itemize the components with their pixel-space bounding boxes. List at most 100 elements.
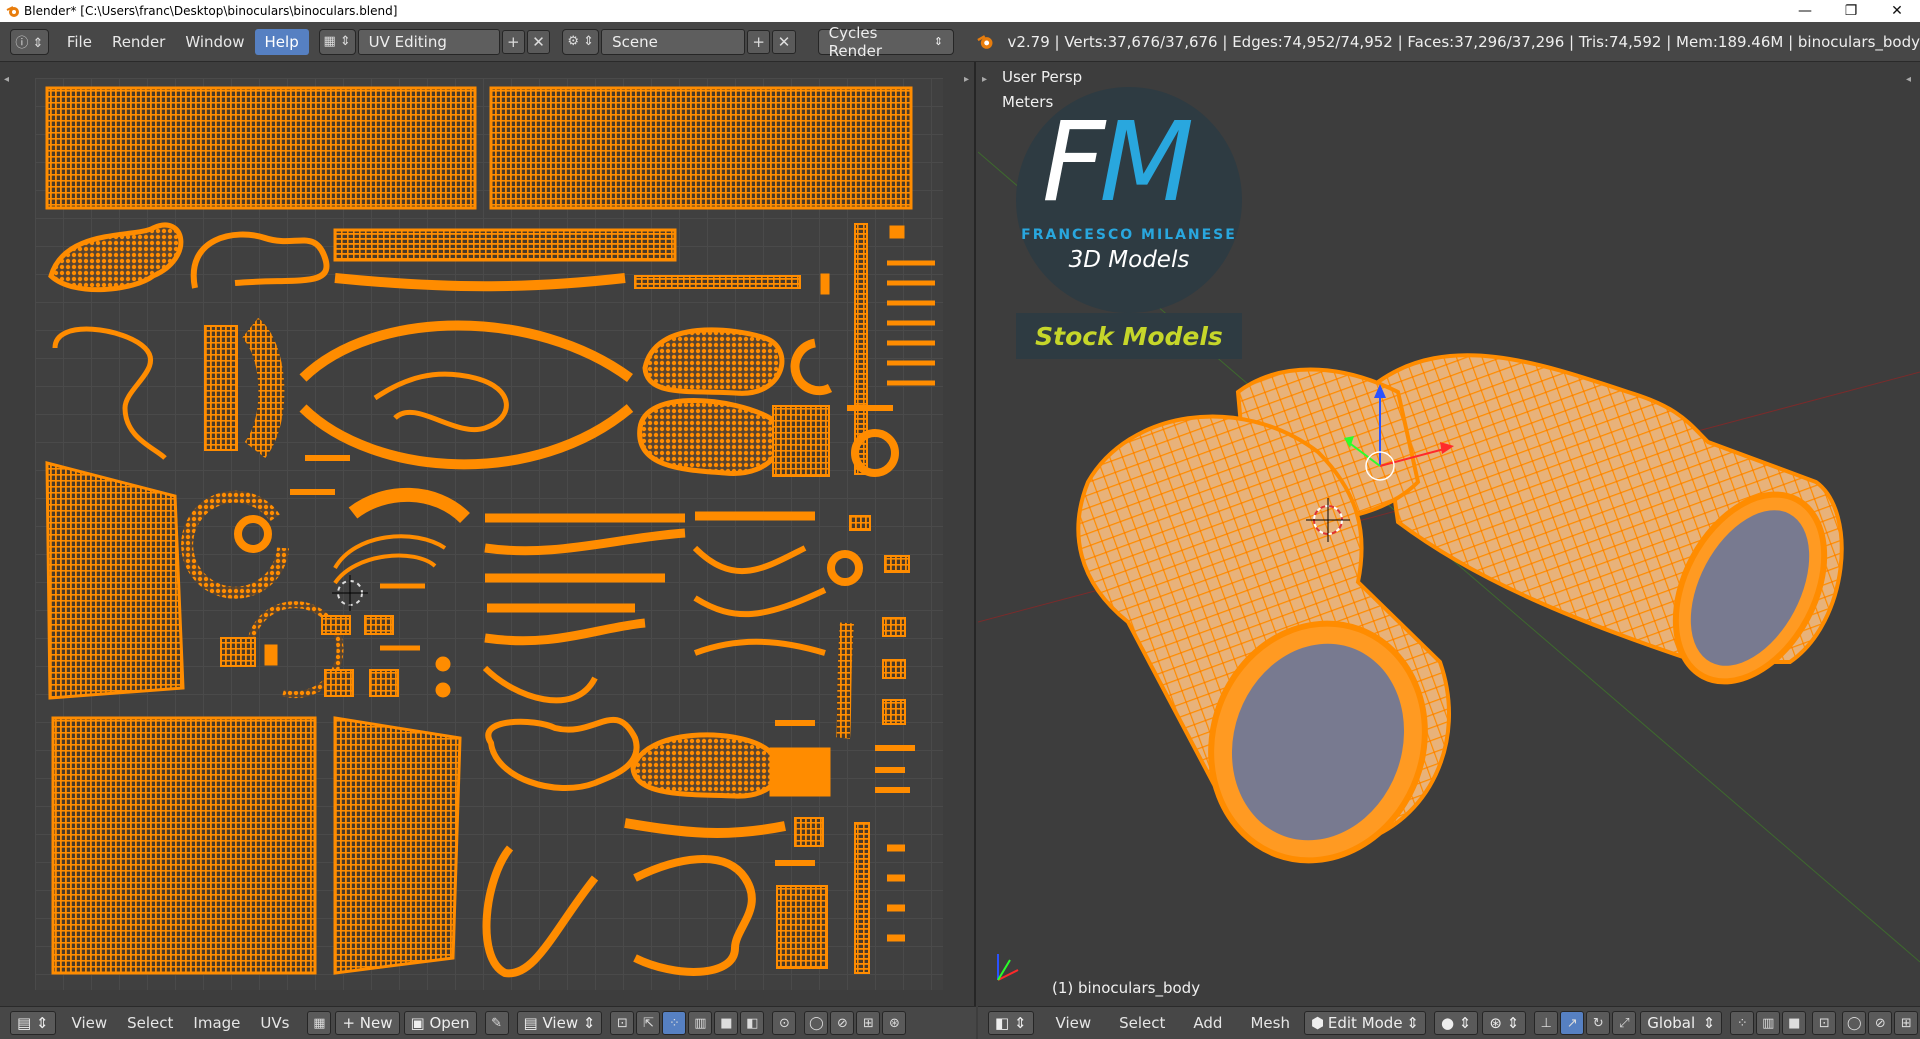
manipulator-toggle-icon[interactable]: ⊥	[1534, 1011, 1559, 1035]
uv-island-bar[interactable]	[875, 745, 915, 793]
uv-island-small[interactable]	[364, 615, 394, 635]
uv-island-bar[interactable]	[887, 844, 905, 942]
uv-image-editor[interactable]: ◂ ▸	[0, 62, 976, 1006]
face-select-icon[interactable]: ■	[714, 1011, 739, 1035]
vp-menu-select[interactable]: Select	[1109, 1014, 1175, 1032]
uv-island-fan[interactable]	[333, 716, 462, 975]
uv-island-strip[interactable]	[489, 86, 913, 210]
screen-layout-icon-button[interactable]: ▦ ⇕	[318, 28, 356, 55]
uv-menu-uvs[interactable]: UVs	[250, 1014, 299, 1032]
proportional-edit-icon[interactable]: ◯	[1842, 1011, 1867, 1035]
uv-island-small[interactable]	[849, 515, 871, 531]
open-image-button[interactable]: ▣ Open	[403, 1011, 477, 1035]
mode-dropdown[interactable]: ⬢ Edit Mode ⇕	[1303, 1011, 1426, 1035]
menu-help[interactable]: Help	[254, 28, 309, 55]
menu-window[interactable]: Window	[175, 29, 254, 55]
uv-island-dot[interactable]	[435, 656, 451, 672]
uv-island-small[interactable]	[794, 817, 824, 847]
pivot-dropdown[interactable]: ⊛ ⇕	[1482, 1011, 1527, 1035]
uv-island-small[interactable]	[820, 273, 830, 295]
uv-island-small[interactable]	[882, 617, 906, 637]
uv-island-small[interactable]	[884, 555, 910, 573]
uv-island-small[interactable]	[369, 669, 399, 697]
translate-manipulator-icon[interactable]: ↗	[1560, 1011, 1585, 1035]
screen-layout-field[interactable]: UV Editing	[357, 28, 500, 55]
uv-island-strip[interactable]	[776, 885, 828, 969]
face-select-icon[interactable]: ■	[1782, 1011, 1807, 1035]
uv-island-curve[interactable]	[482, 665, 598, 704]
pivot-icon[interactable]: ⊙	[772, 1011, 797, 1035]
uv-island-curve[interactable]	[240, 317, 285, 458]
uv-island-ring[interactable]	[234, 515, 272, 553]
vertex-select-icon[interactable]: ⁘	[1730, 1011, 1755, 1035]
image-browse-button[interactable]: ▦	[307, 1011, 332, 1035]
uv-island-strip-group[interactable]	[484, 513, 686, 646]
edge-select-icon[interactable]: ▥	[1756, 1011, 1781, 1035]
snap-mode-icon[interactable]: ⊞	[1894, 1011, 1919, 1035]
editor-type-button[interactable]: ◧ ⇕	[988, 1011, 1034, 1035]
uv-island-dot[interactable]	[435, 682, 451, 698]
uv-island-strip[interactable]	[634, 275, 801, 289]
uv-menu-image[interactable]: Image	[183, 1014, 250, 1032]
uv-island-curve[interactable]	[334, 273, 626, 292]
uv-island-small[interactable]	[882, 699, 906, 725]
sync-selection-icon[interactable]: ⇱	[636, 1011, 661, 1035]
uv-island-block[interactable]	[769, 747, 831, 797]
snap-icon[interactable]: ⊘	[1868, 1011, 1893, 1035]
uv-menu-view[interactable]: View	[62, 1014, 118, 1032]
maximize-button[interactable]: ❐	[1828, 0, 1874, 22]
region-toggle-icon[interactable]: ◂	[4, 74, 9, 85]
uv-island-curve[interactable]	[692, 545, 827, 656]
uv-menu-select[interactable]: Select	[117, 1014, 183, 1032]
uv-island-curve[interactable]	[190, 231, 330, 289]
uv-island-eyepiece[interactable]	[642, 327, 785, 396]
sticky-select-icon[interactable]: ⊛	[882, 1011, 907, 1035]
rotate-manipulator-icon[interactable]: ↻	[1586, 1011, 1611, 1035]
uv-island-curve[interactable]	[373, 371, 509, 433]
scale-manipulator-icon[interactable]: ⤢	[1612, 1011, 1637, 1035]
uv-island-strip[interactable]	[333, 228, 677, 262]
uv-island-small[interactable]	[220, 637, 256, 667]
uv-islands[interactable]	[35, 78, 943, 990]
editor-type-button[interactable]: ▤ ⇕	[10, 1011, 56, 1035]
uv-island-lens-ring[interactable]	[299, 404, 634, 470]
uv-island-curve[interactable]	[348, 487, 470, 524]
editor-type-info-button[interactable]: ⓘ ⇕	[10, 28, 49, 55]
vp-menu-mesh[interactable]: Mesh	[1240, 1014, 1300, 1032]
edge-select-icon[interactable]: ▥	[688, 1011, 713, 1035]
new-image-button[interactable]: + New	[335, 1011, 400, 1035]
menu-render[interactable]: Render	[102, 29, 175, 55]
uv-sculpt-icon[interactable]: ⊘	[830, 1011, 855, 1035]
uv-island-strip[interactable]	[854, 822, 870, 974]
uv-island-fan[interactable]	[45, 461, 185, 700]
uv-island-ring[interactable]	[827, 550, 863, 586]
uv-island-small[interactable]	[889, 225, 905, 239]
minimize-button[interactable]: —	[1782, 0, 1828, 22]
uv-island-small[interactable]	[321, 615, 351, 635]
vertex-select-icon[interactable]: ⁘	[662, 1011, 687, 1035]
uv-island-strip[interactable]	[772, 405, 830, 477]
uv-island-strip[interactable]	[204, 325, 238, 451]
add-screen-button[interactable]: +	[501, 29, 525, 54]
uv-island-small[interactable]	[882, 659, 906, 679]
uv-island-strip[interactable]	[45, 86, 477, 210]
uv-island-bar[interactable]	[290, 455, 350, 495]
uv-island-bars[interactable]	[887, 260, 935, 386]
uv-island-curve[interactable]	[52, 326, 167, 460]
orientation-dropdown[interactable]: Global ⇕	[1640, 1011, 1723, 1035]
uv-island-lens-ring[interactable]	[299, 320, 633, 383]
uv-island-small[interactable]	[324, 669, 354, 697]
vp-menu-view[interactable]: View	[1046, 1014, 1102, 1032]
uv-island-body-panel[interactable]	[51, 716, 317, 975]
uv-island-small[interactable]	[264, 644, 278, 666]
vp-menu-add[interactable]: Add	[1183, 1014, 1232, 1032]
scene-icon-button[interactable]: ⚙ ⇕	[562, 28, 600, 55]
binoculars-mesh[interactable]	[1076, 353, 1854, 890]
island-select-icon[interactable]: ◧	[740, 1011, 765, 1035]
shading-dropdown[interactable]: ● ⇕	[1433, 1011, 1479, 1035]
occlude-geometry-icon[interactable]: ⊡	[1812, 1011, 1837, 1035]
delete-screen-button[interactable]: ✕	[526, 29, 551, 54]
render-engine-dropdown[interactable]: Cycles Render ⇕	[817, 24, 955, 60]
snap-icon[interactable]: ⊡	[610, 1011, 635, 1035]
delete-scene-button[interactable]: ✕	[772, 29, 796, 54]
